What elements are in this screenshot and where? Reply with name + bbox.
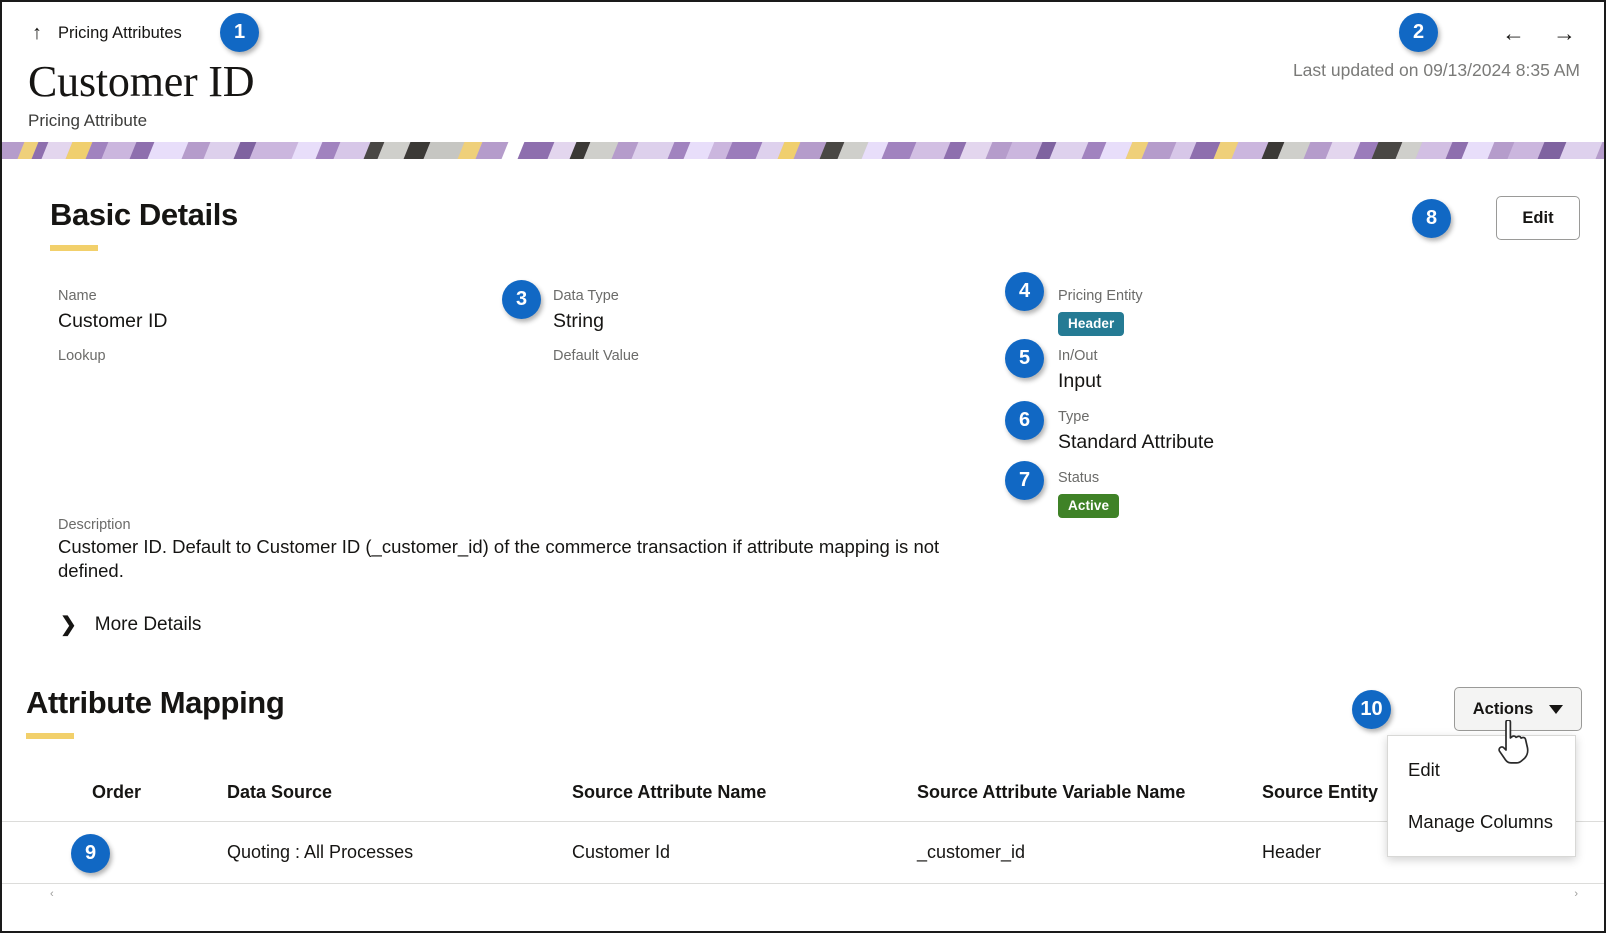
field-name-value: Customer ID [58, 308, 167, 334]
menu-item-manage-columns[interactable]: Manage Columns [1388, 796, 1575, 848]
field-status-label: Status [1058, 469, 1119, 489]
arrow-left-icon[interactable]: ← [1502, 22, 1525, 45]
field-default-value: Default Value [553, 347, 639, 368]
field-in-out-value: Input [1058, 368, 1101, 394]
callout-badge-9: 9 [71, 834, 110, 873]
field-data-type-value: String [553, 308, 619, 334]
table-row[interactable]: 1 Quoting : All Processes Customer Id _c… [2, 822, 1604, 884]
field-in-out-label: In/Out [1058, 347, 1101, 367]
cell-source-attribute-name: Customer Id [572, 822, 917, 884]
field-name: Name Customer ID [58, 287, 167, 334]
field-type-value: Standard Attribute [1058, 429, 1214, 455]
callout-badge-1: 1 [220, 13, 259, 52]
decorative-banner [2, 142, 1604, 159]
actions-dropdown-menu[interactable]: Edit Manage Columns [1387, 735, 1576, 857]
field-lookup: Lookup [58, 347, 106, 368]
caret-down-icon [1549, 705, 1563, 714]
callout-badge-5: 5 [1005, 339, 1044, 378]
callout-badge-3: 3 [502, 280, 541, 319]
description-label: Description [58, 517, 988, 533]
callout-badge-10: 10 [1352, 690, 1391, 729]
table-header-row: Order Data Source Source Attribute Name … [2, 774, 1604, 822]
cell-data-source: Quoting : All Processes [227, 822, 572, 884]
more-details-toggle[interactable]: ❯ More Details [60, 614, 201, 636]
menu-item-edit[interactable]: Edit [1388, 744, 1575, 796]
field-data-type-label: Data Type [553, 287, 619, 307]
cell-source-attribute-variable-name: _customer_id [917, 822, 1262, 884]
basic-details-accent-rule [50, 245, 98, 251]
field-pricing-entity: Pricing Entity Header [1058, 287, 1143, 336]
callout-badge-8: 8 [1412, 199, 1451, 238]
page-subtitle: Pricing Attribute [28, 111, 1580, 131]
basic-details-section-header: Basic Details [2, 197, 1604, 251]
status-badge: Active [1058, 494, 1119, 518]
chevron-right-icon: ❯ [60, 615, 77, 635]
scroll-left-arrow-icon[interactable]: ‹ [50, 889, 54, 900]
field-in-out: In/Out Input [1058, 347, 1101, 394]
field-default-value-label: Default Value [553, 347, 639, 367]
breadcrumb-link-pricing-attributes[interactable]: Pricing Attributes [58, 24, 182, 43]
field-type: Type Standard Attribute [1058, 408, 1214, 455]
basic-details-fields: Name Customer ID Lookup Data Type String… [2, 277, 1604, 532]
horizontal-scrollbar[interactable]: ‹ › [50, 888, 1578, 900]
arrow-up-icon[interactable]: ↑ [26, 23, 48, 43]
field-status: Status Active [1058, 469, 1119, 518]
basic-details-title: Basic Details [50, 197, 238, 233]
column-header-source-attribute-name[interactable]: Source Attribute Name [572, 774, 917, 822]
last-updated-text: Last updated on 09/13/2024 8:35 AM [1293, 60, 1580, 81]
cell-order: 1 [2, 822, 227, 884]
scroll-right-arrow-icon[interactable]: › [1574, 889, 1578, 900]
field-data-type: Data Type String [553, 287, 619, 334]
more-details-label: More Details [95, 614, 202, 636]
arrow-right-icon[interactable]: → [1553, 22, 1576, 45]
field-type-label: Type [1058, 408, 1214, 428]
edit-button[interactable]: Edit [1496, 196, 1580, 240]
callout-badge-2: 2 [1399, 13, 1438, 52]
column-header-source-attribute-variable-name[interactable]: Source Attribute Variable Name [917, 774, 1262, 822]
description-text: Customer ID. Default to Customer ID (_cu… [58, 535, 988, 584]
field-pricing-entity-label: Pricing Entity [1058, 287, 1143, 307]
field-lookup-label: Lookup [58, 347, 106, 367]
description-block: Description Customer ID. Default to Cust… [58, 517, 988, 584]
column-header-data-source[interactable]: Data Source [227, 774, 572, 822]
field-name-label: Name [58, 287, 167, 307]
pricing-entity-badge: Header [1058, 312, 1124, 336]
attribute-mapping-title: Attribute Mapping [26, 685, 284, 721]
callout-badge-4: 4 [1005, 272, 1044, 311]
actions-button-label: Actions [1473, 700, 1534, 719]
callout-badge-6: 6 [1005, 401, 1044, 440]
callout-badge-7: 7 [1005, 461, 1044, 500]
attribute-mapping-accent-rule [26, 733, 74, 739]
attribute-mapping-table: Order Data Source Source Attribute Name … [2, 774, 1604, 884]
pricing-attribute-detail-page: ↑ Pricing Attributes Customer ID Pricing… [0, 0, 1606, 933]
actions-button[interactable]: Actions [1454, 687, 1582, 731]
column-header-order[interactable]: Order [2, 774, 227, 822]
